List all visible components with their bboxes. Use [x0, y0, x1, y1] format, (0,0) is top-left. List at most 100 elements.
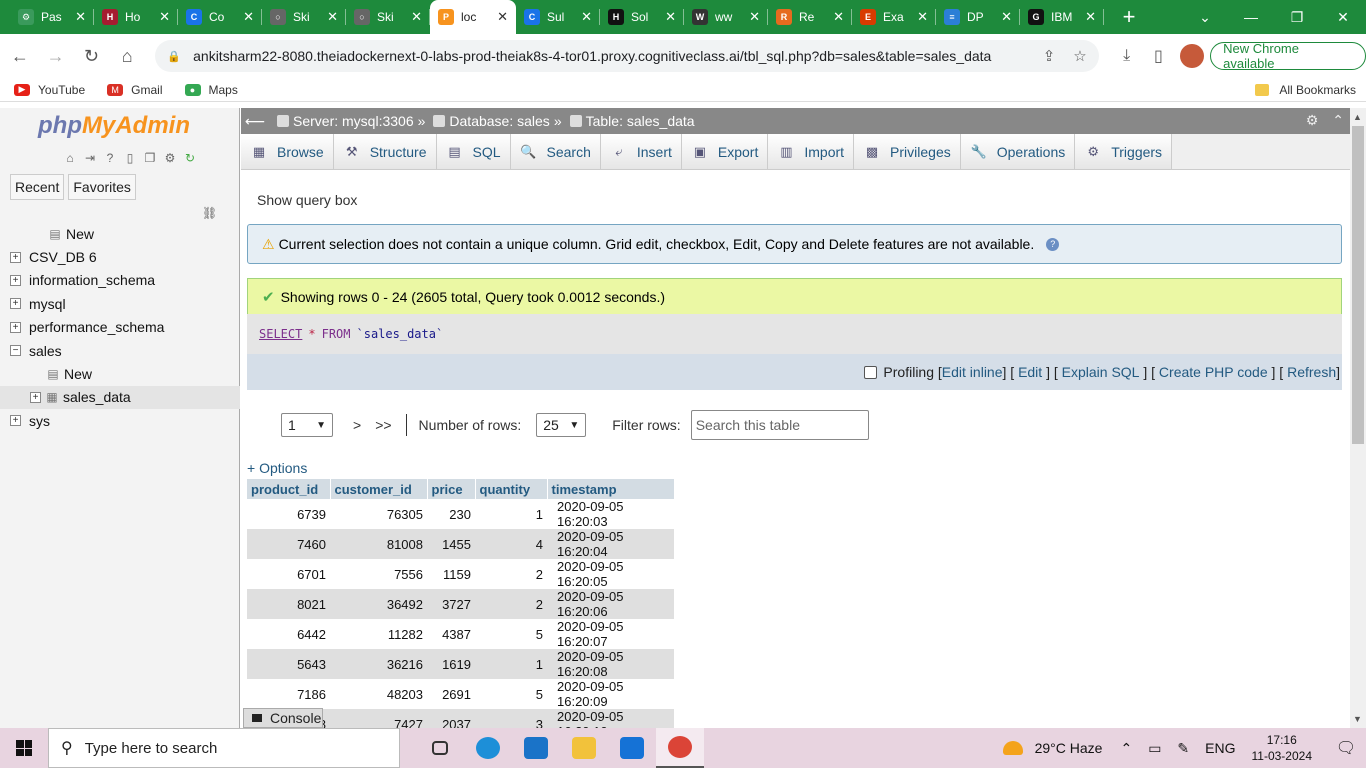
download-icon[interactable]: ⤓ [1111, 47, 1143, 65]
last-page-button[interactable]: >> [375, 417, 391, 433]
tab-close-icon[interactable]: ✕ [159, 9, 170, 25]
start-button[interactable] [0, 728, 48, 768]
browser-tab-5[interactable]: Ploc ✕ [430, 0, 516, 34]
tab-insert[interactable]: ⤶ Insert [600, 134, 682, 169]
tree-item-sys[interactable]: + sys [0, 409, 240, 432]
tab-close-icon[interactable]: ✕ [917, 9, 928, 25]
tab-export[interactable]: ▣ Export [681, 134, 769, 169]
tab-operations[interactable]: 🔧 Operations [960, 134, 1076, 169]
bookmark-youtube[interactable]: ▶ YouTube [14, 83, 85, 97]
browser-tab-4[interactable]: ○ Ski ✕ [346, 0, 430, 34]
settings-icon[interactable]: ⚙ [162, 150, 178, 166]
tree-item-csv-db-6[interactable]: + CSV_DB 6 [0, 245, 240, 268]
sql-select-keyword[interactable]: SELECT [259, 327, 302, 341]
scrollbar-thumb[interactable] [1352, 126, 1364, 444]
tree-item-new[interactable]: ▤ New [0, 222, 240, 245]
column-header-quantity[interactable]: quantity [475, 479, 548, 499]
tab-structure[interactable]: ⚒ Structure [333, 134, 437, 169]
tab-import[interactable]: ▥ Import [768, 134, 855, 169]
browser-tab-12[interactable]: G IBM ✕ [1020, 0, 1104, 34]
forward-icon[interactable]: → [40, 40, 72, 72]
tab-close-icon[interactable]: ✕ [243, 9, 254, 25]
browser-tab-9[interactable]: R Re ✕ [768, 0, 852, 34]
taskbar-mail-button[interactable] [608, 728, 656, 768]
collapse-icon[interactable]: − [10, 345, 21, 357]
console-toggle[interactable]: Console [243, 708, 323, 728]
tab-triggers[interactable]: ⚙ Triggers [1075, 134, 1173, 169]
collapse-nav-icon[interactable]: ⟵ [245, 113, 269, 130]
browser-tab-1[interactable]: H Ho ✕ [94, 0, 178, 34]
create-php-code-link[interactable]: Create PHP code [1159, 364, 1268, 380]
browser-tab-10[interactable]: E Exa ✕ [852, 0, 936, 34]
logout-icon[interactable]: ⇥ [82, 150, 98, 166]
breadcrumb-server[interactable]: Server: mysql:3306 [277, 113, 414, 129]
browser-tab-6[interactable]: C Sul ✕ [516, 0, 600, 34]
tab-close-icon[interactable]: ✕ [411, 9, 422, 25]
profiling-checkbox[interactable] [864, 365, 878, 379]
taskbar-explorer-button[interactable] [560, 728, 608, 768]
tab-close-icon[interactable]: ✕ [75, 9, 86, 25]
back-icon[interactable]: ← [4, 40, 36, 72]
column-header-product-id[interactable]: product_id [247, 479, 331, 499]
close-window-icon[interactable]: ✕ [1320, 0, 1366, 34]
copy-icon[interactable]: ❐ [142, 150, 158, 166]
browser-tab-11[interactable]: ≡ DP ✕ [936, 0, 1020, 34]
edit-inline-link[interactable]: Edit inline [942, 364, 1003, 380]
reload-icon[interactable]: ↻ [182, 150, 198, 166]
battery-icon[interactable]: ▭ [1148, 740, 1161, 757]
home-icon[interactable]: ⌂ [111, 40, 143, 72]
tree-item-performance-schema[interactable]: + performance_schema [0, 316, 240, 339]
explain-sql-link[interactable]: Explain SQL [1062, 364, 1140, 380]
site-info-icon[interactable]: 🔒 [167, 50, 181, 63]
tree-item-information-schema[interactable]: + information_schema [0, 269, 240, 292]
expand-icon[interactable]: + [30, 391, 41, 403]
tab-close-icon[interactable]: ✕ [833, 9, 844, 25]
taskbar-app-button[interactable] [512, 728, 560, 768]
tab-search-icon[interactable]: ⌄ [1182, 0, 1228, 34]
reload-icon[interactable]: ↻ [76, 40, 108, 72]
new-tab-button[interactable]: + [1112, 0, 1146, 34]
profile-avatar[interactable] [1180, 44, 1205, 68]
tab-privileges[interactable]: ▩ Privileges [854, 134, 961, 169]
show-hidden-icons-chevron-icon[interactable]: ⌃ [1120, 740, 1132, 757]
expand-icon[interactable]: + [10, 298, 21, 310]
url-text[interactable]: ankitsharm22-8080.theiadockernext-0-labs… [193, 48, 1025, 64]
expand-icon[interactable]: + [10, 321, 21, 333]
side-panel-icon[interactable]: ▯ [1143, 46, 1175, 66]
expand-icon[interactable]: + [10, 415, 21, 427]
tree-item-mysql[interactable]: + mysql [0, 292, 240, 315]
collapse-icon[interactable]: ⌃ [1332, 112, 1344, 129]
language-indicator[interactable]: ENG [1205, 740, 1235, 756]
tab-close-icon[interactable]: ✕ [749, 9, 760, 25]
address-bar[interactable]: 🔒 ankitsharm22-8080.theiadockernext-0-la… [155, 40, 1099, 72]
page-scrollbar[interactable]: ▲ ▼ [1350, 108, 1366, 728]
browser-tab-0[interactable]: ⚙ Pas ✕ [10, 0, 94, 34]
bookmark-maps[interactable]: ● Maps [184, 83, 238, 97]
tree-item-new[interactable]: ▤ New [0, 362, 240, 385]
breadcrumb-table[interactable]: Table: sales_data [569, 113, 695, 129]
expand-icon[interactable]: + [10, 251, 21, 263]
favorites-tab[interactable]: Favorites [68, 174, 136, 200]
breadcrumb-database[interactable]: Database: sales [433, 113, 550, 129]
options-link[interactable]: + Options [247, 460, 1342, 476]
notification-icon[interactable]: 🗨 [1326, 738, 1366, 758]
refresh-link[interactable]: Refresh [1287, 364, 1336, 380]
help-icon[interactable]: ? [102, 150, 118, 166]
tab-close-icon[interactable]: ✕ [1001, 9, 1012, 25]
phpmyadmin-logo[interactable]: phpMyAdmin [38, 112, 190, 140]
column-header-timestamp[interactable]: timestamp [547, 479, 675, 499]
tab-sql[interactable]: ▤ SQL [436, 134, 511, 169]
browser-tab-3[interactable]: ○ Ski ✕ [262, 0, 346, 34]
weather-widget[interactable]: 29°C Haze [1002, 740, 1102, 756]
next-page-button[interactable]: > [353, 417, 361, 433]
expand-icon[interactable]: + [10, 274, 21, 286]
page-select[interactable]: 1 ▼ [281, 413, 333, 437]
browser-tab-8[interactable]: Www ✕ [684, 0, 768, 34]
all-bookmarks-button[interactable]: All Bookmarks [1255, 83, 1356, 97]
scroll-down-icon[interactable]: ▼ [1353, 714, 1362, 724]
browser-tab-7[interactable]: H Sol ✕ [600, 0, 684, 34]
taskbar-search[interactable]: ⚲ Type here to search [48, 728, 400, 768]
settings-gear-icon[interactable]: ⚙ [1306, 112, 1319, 129]
tab-close-icon[interactable]: ✕ [327, 9, 338, 25]
tab-search[interactable]: 🔍 Search [510, 134, 601, 169]
